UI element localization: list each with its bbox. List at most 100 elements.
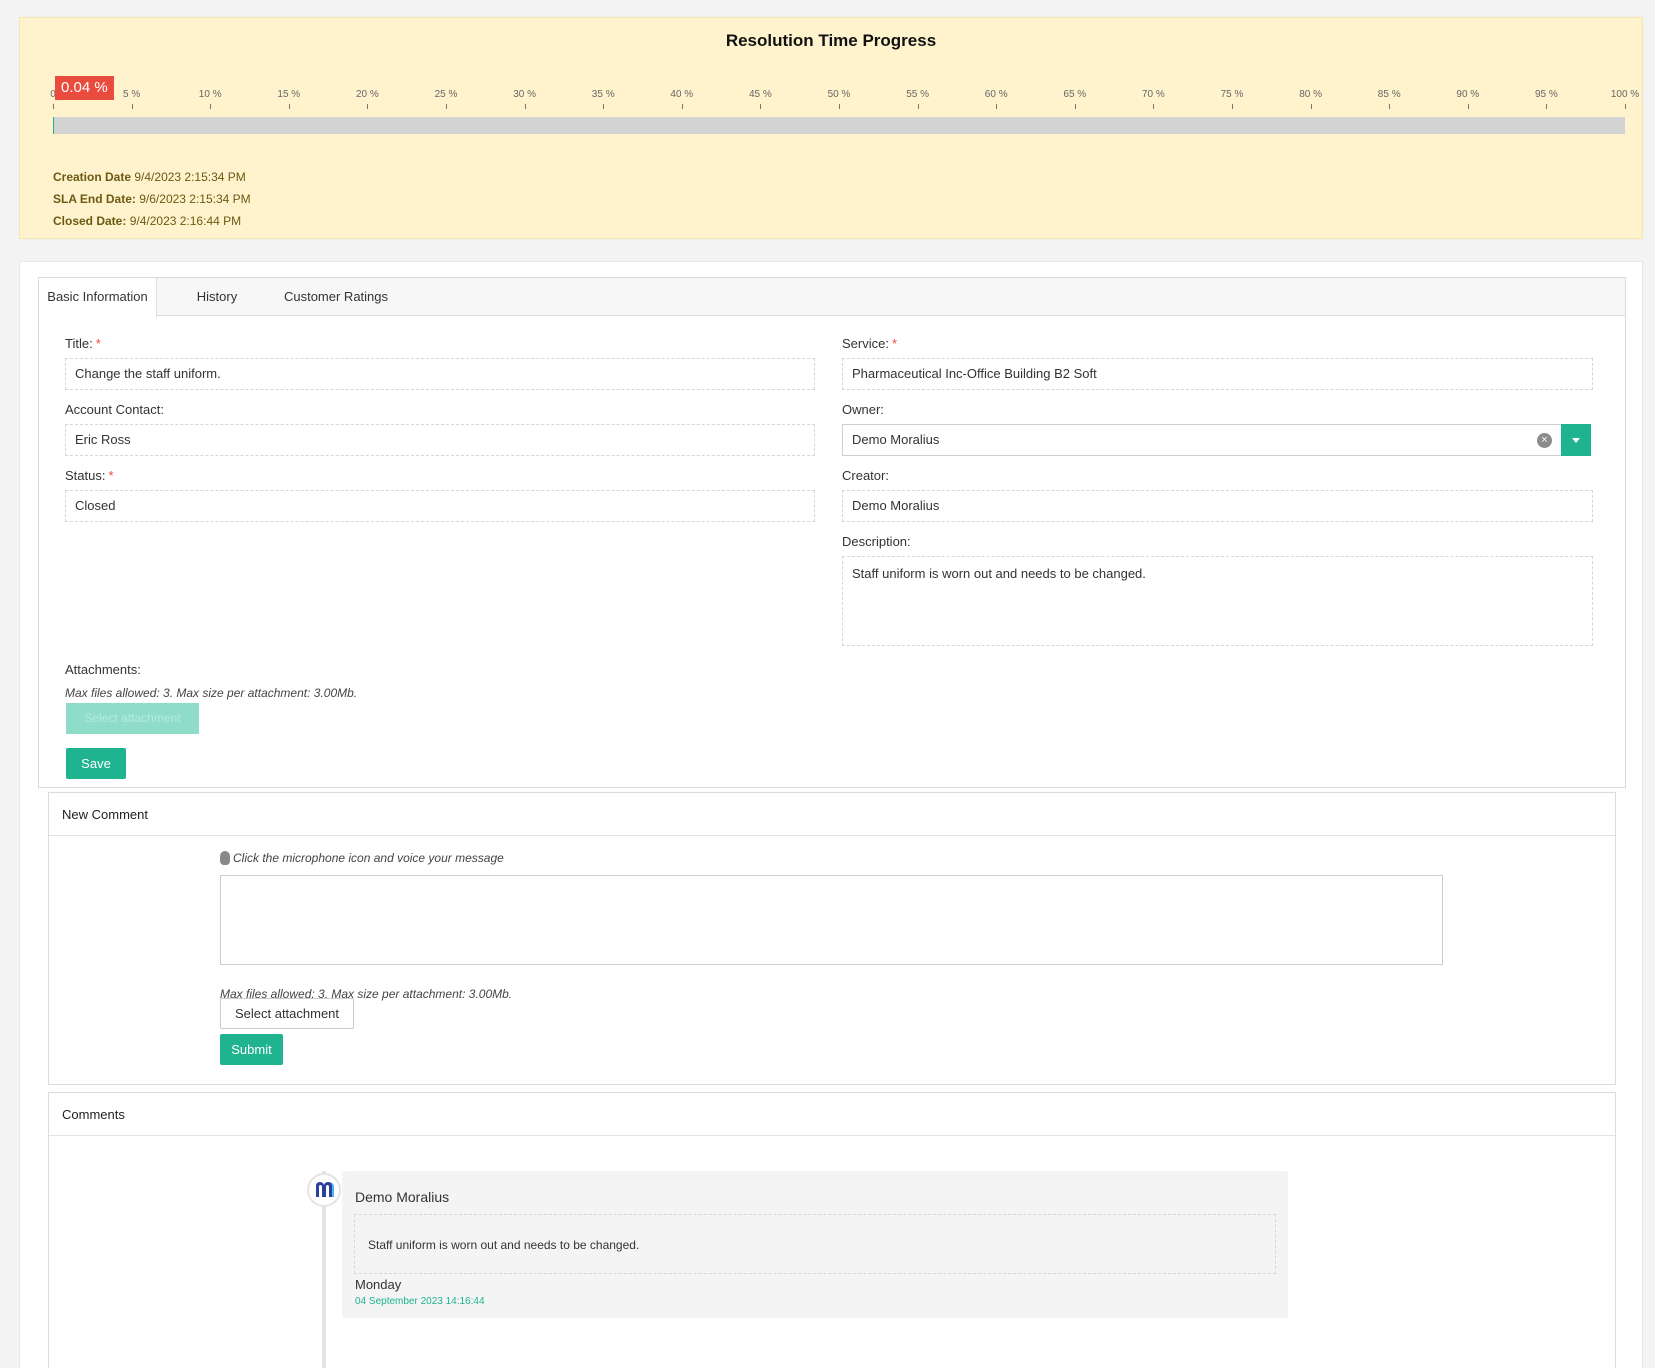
progress-tick-label: 70 % [1141,89,1165,100]
progress-tick-label: 95 % [1534,89,1558,100]
new-comment-header: New Comment [49,793,1615,836]
description-textarea[interactable]: Staff uniform is worn out and needs to b… [842,556,1593,646]
microphone-icon[interactable] [220,851,230,865]
progress-tick-label: 35 % [591,89,615,100]
progress-tick-mark [524,104,526,109]
progress-tick-label: 55 % [906,89,929,100]
progress-bar-fill [53,117,54,134]
progress-tick-label: 25 % [434,89,458,100]
progress-tick-mark [681,104,683,109]
comments-header: Comments [49,1093,1615,1136]
attachments-label: Attachments: [65,662,141,677]
progress-tick-label: 50 % [827,89,851,100]
sla-end-date-label: SLA End Date: [53,192,136,206]
resolution-progress-panel: Resolution Time Progress 05 % 10 % 15 % 20 … [19,17,1643,239]
select-attachment-button[interactable]: Select attachment [220,998,354,1029]
comment-text: Staff uniform is worn out and needs to b… [354,1214,1276,1274]
progress-tick-label: 20 % [355,89,379,100]
progress-tick-label: 80 % [1299,89,1322,100]
progress-tick-mark [760,104,762,109]
progress-dates: Creation Date 9/4/2023 2:15:34 PM SLA En… [53,166,251,232]
creation-date-row: Creation Date 9/4/2023 2:15:34 PM [53,166,251,188]
comment-textarea[interactable] [220,875,1443,965]
progress-tick-mark [1310,104,1312,109]
sla-end-date-value: 9/6/2023 2:15:34 PM [139,192,251,206]
progress-tick-mark [131,104,133,109]
creator-label: Creator: [842,468,889,483]
required-mark: * [95,336,101,351]
title-label-text: Title: [65,336,93,351]
description-label: Description: [842,534,911,549]
tab-bar: Basic Information History Customer Ratin… [38,277,1626,317]
service-label-text: Service: [842,336,889,351]
progress-tick-mark [1074,104,1076,109]
progress-tick-mark [1153,104,1155,109]
progress-title: Resolution Time Progress [725,31,937,50]
sla-end-date-row: SLA End Date: 9/6/2023 2:15:34 PM [53,188,251,210]
title-label: Title: * [65,336,101,351]
progress-tick-mark [603,104,605,109]
account-contact-input[interactable]: Eric Ross [65,424,815,456]
comments-section: Comments Demo Moralius Staff uniform is … [48,1092,1616,1368]
clear-circle-icon[interactable]: × [1537,433,1552,448]
attachments-hint: Max files allowed: 3. Max size per attac… [65,686,358,700]
required-mark: * [108,468,114,483]
progress-tick-label: 45 % [748,89,772,100]
comment-day: Monday [355,1277,402,1292]
chevron-down-icon[interactable] [1561,424,1591,456]
status-label: Status: * [65,468,114,483]
creation-date-label: Creation Date [53,170,132,184]
service-label: Service: * [842,336,897,351]
closed-date-label: Closed Date: [53,214,127,228]
owner-select[interactable]: Demo Moralius × [842,424,1591,456]
progress-tick-mark [839,104,840,109]
status-label-text: Status: [65,468,106,483]
progress-tick-label: 40 % [670,89,694,100]
progress-tick-mark [288,104,290,109]
tab-history[interactable]: History [179,278,255,316]
creator-input[interactable]: Demo Moralius [842,490,1593,522]
progress-tick-mark [1625,104,1626,109]
progress-tick-label: 60 % [984,89,1008,100]
required-mark: * [891,336,898,351]
comment-date: 04 September 2023 14:16:44 [355,1296,485,1307]
owner-label: Owner: [842,402,884,417]
comment-author: Demo Moralius [355,1189,450,1205]
progress-tick-mark [1467,104,1469,109]
basic-information-form: Title: * Change the staff uniform. Accoun… [38,316,1626,788]
progress-tick-mark [210,104,212,109]
progress-tick-mark [1546,104,1548,109]
select-attachment-button-disabled[interactable]: Select attachment [66,703,199,734]
progress-tick-mark [996,104,998,109]
progress-tick-mark [1389,104,1391,109]
progress-tick-mark [917,104,919,109]
tab-basic-information[interactable]: Basic Information [39,278,157,317]
account-contact-label: Account Contact: [65,402,164,417]
progress-tick-label: 100 % [1610,89,1640,100]
owner-select-value: Demo Moralius [852,432,940,447]
progress-tick-mark [446,104,447,109]
progress-tick-label: 5 % [122,89,141,100]
progress-tick-label: 30 % [513,89,536,100]
progress-tick-mark [53,104,54,109]
submit-button[interactable]: Submit [220,1034,283,1065]
save-button[interactable]: Save [66,748,126,779]
progress-tick-label: 85 % [1377,89,1401,100]
moralius-logo-icon [316,1182,334,1197]
title-input[interactable]: Change the staff uniform. [65,358,815,390]
progress-tick-label: 65 % [1063,89,1087,100]
tab-customer-ratings[interactable]: Customer Ratings [271,278,401,316]
closed-date-value: 9/4/2023 2:16:44 PM [129,214,242,228]
comment-card: Demo Moralius Staff uniform is worn out … [342,1171,1288,1318]
avatar [307,1173,341,1207]
creation-date-value: 9/4/2023 2:15:34 PM [134,170,246,184]
status-input[interactable]: Closed [65,490,815,522]
progress-tick-label: 75 % [1220,89,1244,100]
mic-hint: Click the microphone icon and voice your… [233,851,504,865]
progress-bar-track [53,117,1625,134]
progress-tick-label: 10 % [198,89,222,100]
service-input[interactable]: Pharmaceutical Inc-Office Building B2 So… [842,358,1593,390]
progress-percent-badge: 0.04 % [55,76,114,100]
progress-tick-mark [367,104,369,109]
progress-tick-mark [1232,104,1233,109]
